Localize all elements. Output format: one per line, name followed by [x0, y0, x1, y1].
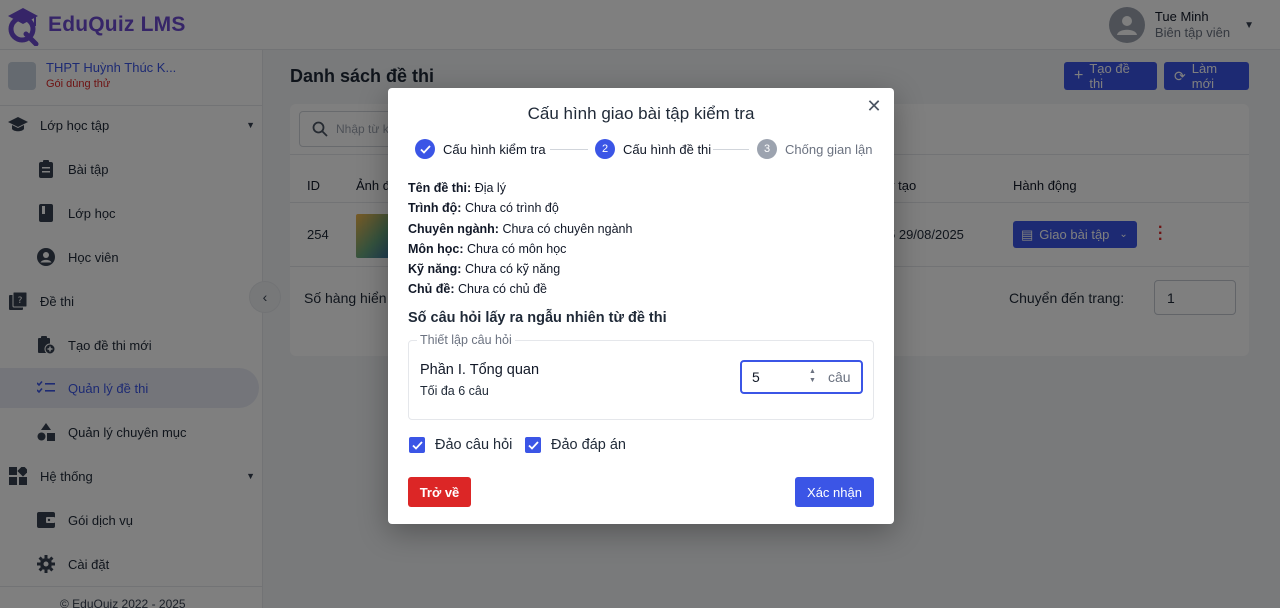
check-icon [415, 139, 435, 159]
exam-info: Tên đề thi: Địa lý Trình độ: Chưa có trì… [408, 178, 632, 300]
spinner-icon[interactable]: ▲ ▼ [809, 367, 816, 385]
assign-config-dialog: Cấu hình giao bài tập kiểm tra ✕ Cấu hìn… [388, 88, 894, 524]
step-connector [713, 149, 749, 150]
info-value: Chưa có chuyên ngành [502, 221, 633, 236]
step-connector [550, 149, 588, 150]
info-row: Tên đề thi: Địa lý [408, 178, 632, 198]
confirm-button[interactable]: Xác nhận [795, 477, 874, 507]
checkbox-checked-icon [525, 437, 541, 453]
checkbox-label: Đảo đáp án [551, 437, 626, 453]
fieldset-legend: Thiết lập câu hỏi [417, 333, 515, 347]
info-key: Môn học: [408, 241, 464, 256]
info-key: Chuyên ngành: [408, 221, 499, 236]
part-name: Phần I. Tổng quan [420, 362, 540, 378]
question-count-input[interactable]: 5 ▲ ▼ câu [740, 360, 863, 394]
close-icon[interactable]: ✕ [864, 96, 884, 116]
shuffle-questions-checkbox[interactable]: Đảo câu hỏi [409, 437, 512, 453]
info-row: Kỹ năng: Chưa có kỹ năng [408, 259, 632, 279]
checkbox-label: Đảo câu hỏi [435, 437, 513, 453]
step-label: Cấu hình kiểm tra [443, 141, 546, 157]
info-value: Chưa có kỹ năng [464, 262, 561, 277]
info-row: Trình độ: Chưa có trình độ [408, 198, 632, 218]
step-2[interactable]: 2 Cấu hình đề thi [595, 139, 711, 159]
question-count-unit: câu [828, 369, 851, 385]
info-key: Tên đề thi: [408, 181, 472, 195]
step-label: Cấu hình đề thi [623, 141, 712, 157]
step-number: 2 [595, 139, 615, 159]
part-max: Tối đa 6 câu [420, 384, 489, 398]
step-label: Chống gian lận [785, 141, 873, 157]
section-title: Số câu hỏi lấy ra ngẫu nhiên từ đề thi [408, 310, 667, 326]
info-key: Trình độ: [408, 201, 462, 216]
info-row: Chuyên ngành: Chưa có chuyên ngành [408, 219, 632, 239]
info-value: Chưa có môn học [467, 241, 567, 256]
info-value: Địa lý [474, 181, 506, 195]
step-1[interactable]: Cấu hình kiểm tra [415, 139, 546, 159]
checkbox-checked-icon [409, 437, 425, 453]
info-key: Chủ đề: [408, 282, 455, 297]
back-button[interactable]: Trở về [408, 477, 471, 507]
step-number: 3 [757, 139, 777, 159]
info-value: Chưa có trình độ [464, 201, 559, 216]
info-key: Kỹ năng: [408, 262, 462, 277]
info-row: Môn học: Chưa có môn học [408, 239, 632, 259]
step-3[interactable]: 3 Chống gian lận [757, 139, 872, 159]
info-value: Chưa có chủ đề [458, 282, 547, 297]
dialog-title: Cấu hình giao bài tập kiểm tra [527, 104, 755, 123]
info-row: Chủ đề: Chưa có chủ đề [408, 279, 632, 299]
question-count-value: 5 [752, 369, 760, 385]
question-settings: Thiết lập câu hỏi Phần I. Tổng quan Tối … [408, 333, 874, 420]
shuffle-answers-checkbox[interactable]: Đảo đáp án [525, 437, 626, 453]
